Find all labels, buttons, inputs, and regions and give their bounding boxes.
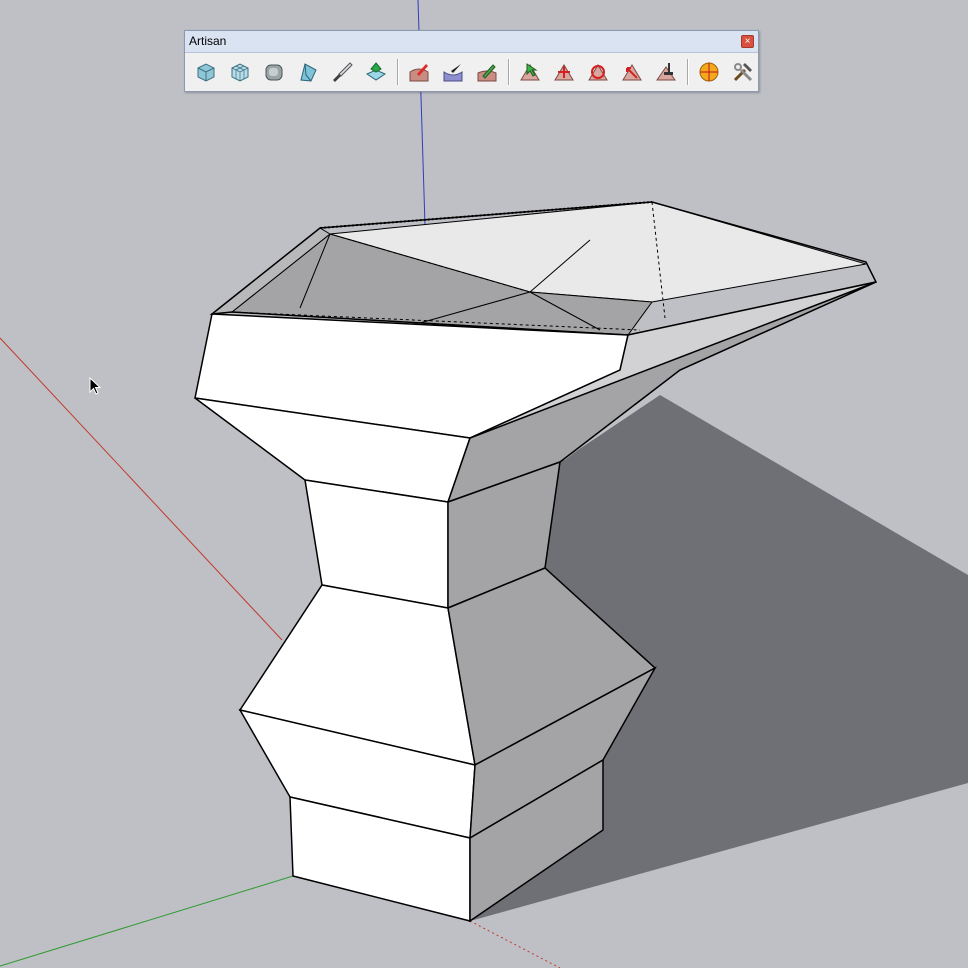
rotate-vertices-button[interactable] bbox=[583, 57, 613, 87]
knife-icon bbox=[333, 62, 353, 82]
toolbar-title-bar[interactable]: Artisan × bbox=[185, 31, 758, 53]
subdivide-button[interactable] bbox=[225, 57, 255, 87]
red-axis-hidden bbox=[469, 920, 561, 968]
scale-vertices-button[interactable] bbox=[617, 57, 647, 87]
knife-cut-button[interactable] bbox=[327, 57, 357, 87]
organic-shapes-button[interactable] bbox=[694, 57, 724, 87]
crease-icon bbox=[365, 62, 387, 81]
smooth-button[interactable] bbox=[259, 57, 289, 87]
brush-add-icon bbox=[409, 64, 429, 82]
sculpt-smooth-button[interactable] bbox=[472, 57, 502, 87]
sculpt-subtract-button[interactable] bbox=[438, 57, 468, 87]
cube-smooth-icon bbox=[197, 63, 215, 82]
toolbar-separator bbox=[508, 59, 510, 85]
toolbar-buttons bbox=[191, 57, 762, 87]
select-vertex-icon bbox=[520, 63, 540, 81]
green-axis bbox=[0, 875, 294, 967]
face-wedge-icon bbox=[300, 63, 317, 82]
scale-vertex-icon bbox=[622, 64, 642, 81]
tools-button[interactable] bbox=[728, 57, 758, 87]
select-vertices-button[interactable] bbox=[515, 57, 545, 87]
close-icon[interactable]: × bbox=[741, 35, 754, 48]
model-viewport[interactable] bbox=[0, 0, 968, 968]
brush-subtract-icon bbox=[443, 64, 463, 82]
brush-smooth-icon bbox=[477, 64, 497, 82]
sculpt-add-button[interactable] bbox=[404, 57, 434, 87]
subdivide-smooth-button[interactable] bbox=[191, 57, 221, 87]
knife-subdivide-button[interactable] bbox=[293, 57, 323, 87]
crease-tool-button[interactable] bbox=[361, 57, 391, 87]
rotate-vertex-icon bbox=[588, 64, 608, 81]
paint-select-icon bbox=[656, 63, 676, 81]
paint-select-button[interactable] bbox=[651, 57, 681, 87]
mouse-pointer-icon bbox=[89, 377, 102, 395]
toolbar-separator bbox=[687, 59, 689, 85]
cube-rounded-icon bbox=[265, 64, 283, 81]
move-vertex-icon bbox=[554, 64, 574, 81]
orange-ball-icon bbox=[699, 62, 719, 82]
toolbar-separator bbox=[397, 59, 399, 85]
move-vertices-button[interactable] bbox=[549, 57, 579, 87]
cube-subdivide-icon bbox=[231, 63, 249, 82]
hammer-wrench-icon bbox=[733, 63, 753, 82]
artisan-toolbar[interactable]: Artisan × bbox=[184, 30, 759, 92]
toolbar-title: Artisan bbox=[189, 34, 227, 48]
